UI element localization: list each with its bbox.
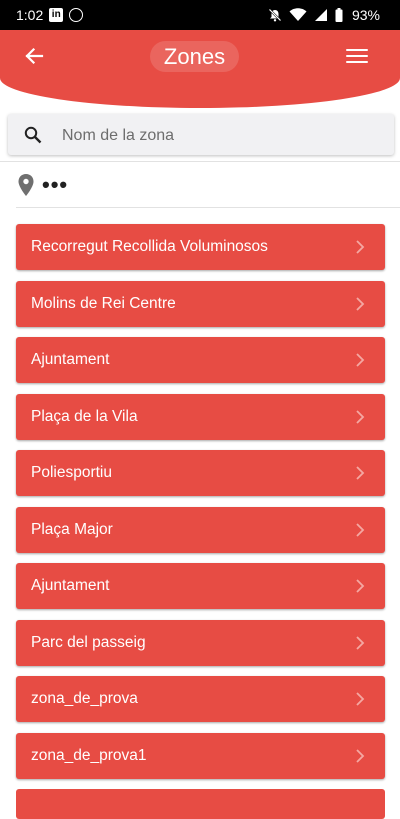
location-row: ••• xyxy=(18,172,68,198)
menu-button[interactable] xyxy=(346,46,368,66)
zone-label: zona_de_prova xyxy=(31,690,138,707)
zone-label: Plaça Major xyxy=(31,520,113,538)
list-item[interactable]: Ajuntament xyxy=(16,337,385,383)
chevron-right-icon xyxy=(356,522,365,537)
zone-label: Molins de Rei Centre xyxy=(31,294,176,312)
zone-label: Ajuntament xyxy=(31,351,110,368)
signal-icon xyxy=(314,9,327,21)
list-item[interactable]: Poliesportiu xyxy=(16,450,385,496)
wifi-icon xyxy=(289,8,307,21)
zone-label: zona_de_prova1 xyxy=(31,746,147,764)
list-item[interactable]: Ajuntament xyxy=(16,563,385,609)
zone-list: Recorregut Recollida Voluminosos Molins … xyxy=(16,224,385,789)
list-item[interactable]: Plaça de la Vila xyxy=(16,393,385,440)
battery-percent: 93% xyxy=(351,7,380,23)
status-time: 1:02 xyxy=(16,7,44,23)
chevron-right-icon xyxy=(356,692,365,706)
list-item[interactable]: zona_de_prova xyxy=(16,676,385,722)
list-item[interactable]: Plaça Major xyxy=(16,506,385,553)
zone-label: Parc del passeig xyxy=(31,633,146,651)
whatsapp-icon xyxy=(69,8,84,22)
map-pin-icon xyxy=(18,174,34,196)
list-item[interactable]: zona_de_prova1 xyxy=(16,732,385,779)
list-item[interactable]: Parc del passeig xyxy=(16,619,385,666)
chevron-right-icon xyxy=(356,353,365,367)
chevron-right-icon xyxy=(356,748,365,763)
chevron-right-icon xyxy=(356,296,365,311)
list-item[interactable]: Molins de Rei Centre xyxy=(16,280,385,327)
list-item[interactable]: Recorregut Recollida Voluminosos xyxy=(16,224,385,270)
zone-label: Plaça de la Vila xyxy=(31,407,138,425)
page-title: Zones xyxy=(150,41,239,72)
mute-icon xyxy=(268,8,282,22)
hamburger-menu-icon xyxy=(346,49,368,51)
chevron-right-icon xyxy=(356,579,365,593)
zone-label: Poliesportiu xyxy=(31,464,112,481)
battery-icon xyxy=(335,8,343,22)
chevron-right-icon xyxy=(356,240,365,254)
chevron-right-icon xyxy=(356,409,365,424)
zone-label: Recorregut Recollida Voluminosos xyxy=(31,238,268,255)
search-bar[interactable] xyxy=(8,114,394,157)
back-button[interactable] xyxy=(22,44,46,68)
chevron-right-icon xyxy=(356,635,365,650)
status-bar: 1:02 in 93% xyxy=(0,0,400,30)
status-right-icons: 93% xyxy=(268,0,380,30)
zone-label: Ajuntament xyxy=(31,577,110,594)
search-icon xyxy=(24,126,42,144)
divider xyxy=(16,207,400,208)
list-item[interactable] xyxy=(16,789,385,819)
divider xyxy=(0,161,400,162)
location-text: ••• xyxy=(42,172,69,197)
arrow-left-icon xyxy=(25,47,44,65)
linkedin-icon: in xyxy=(49,8,64,22)
chevron-right-icon xyxy=(356,466,365,480)
search-input[interactable] xyxy=(60,114,384,157)
